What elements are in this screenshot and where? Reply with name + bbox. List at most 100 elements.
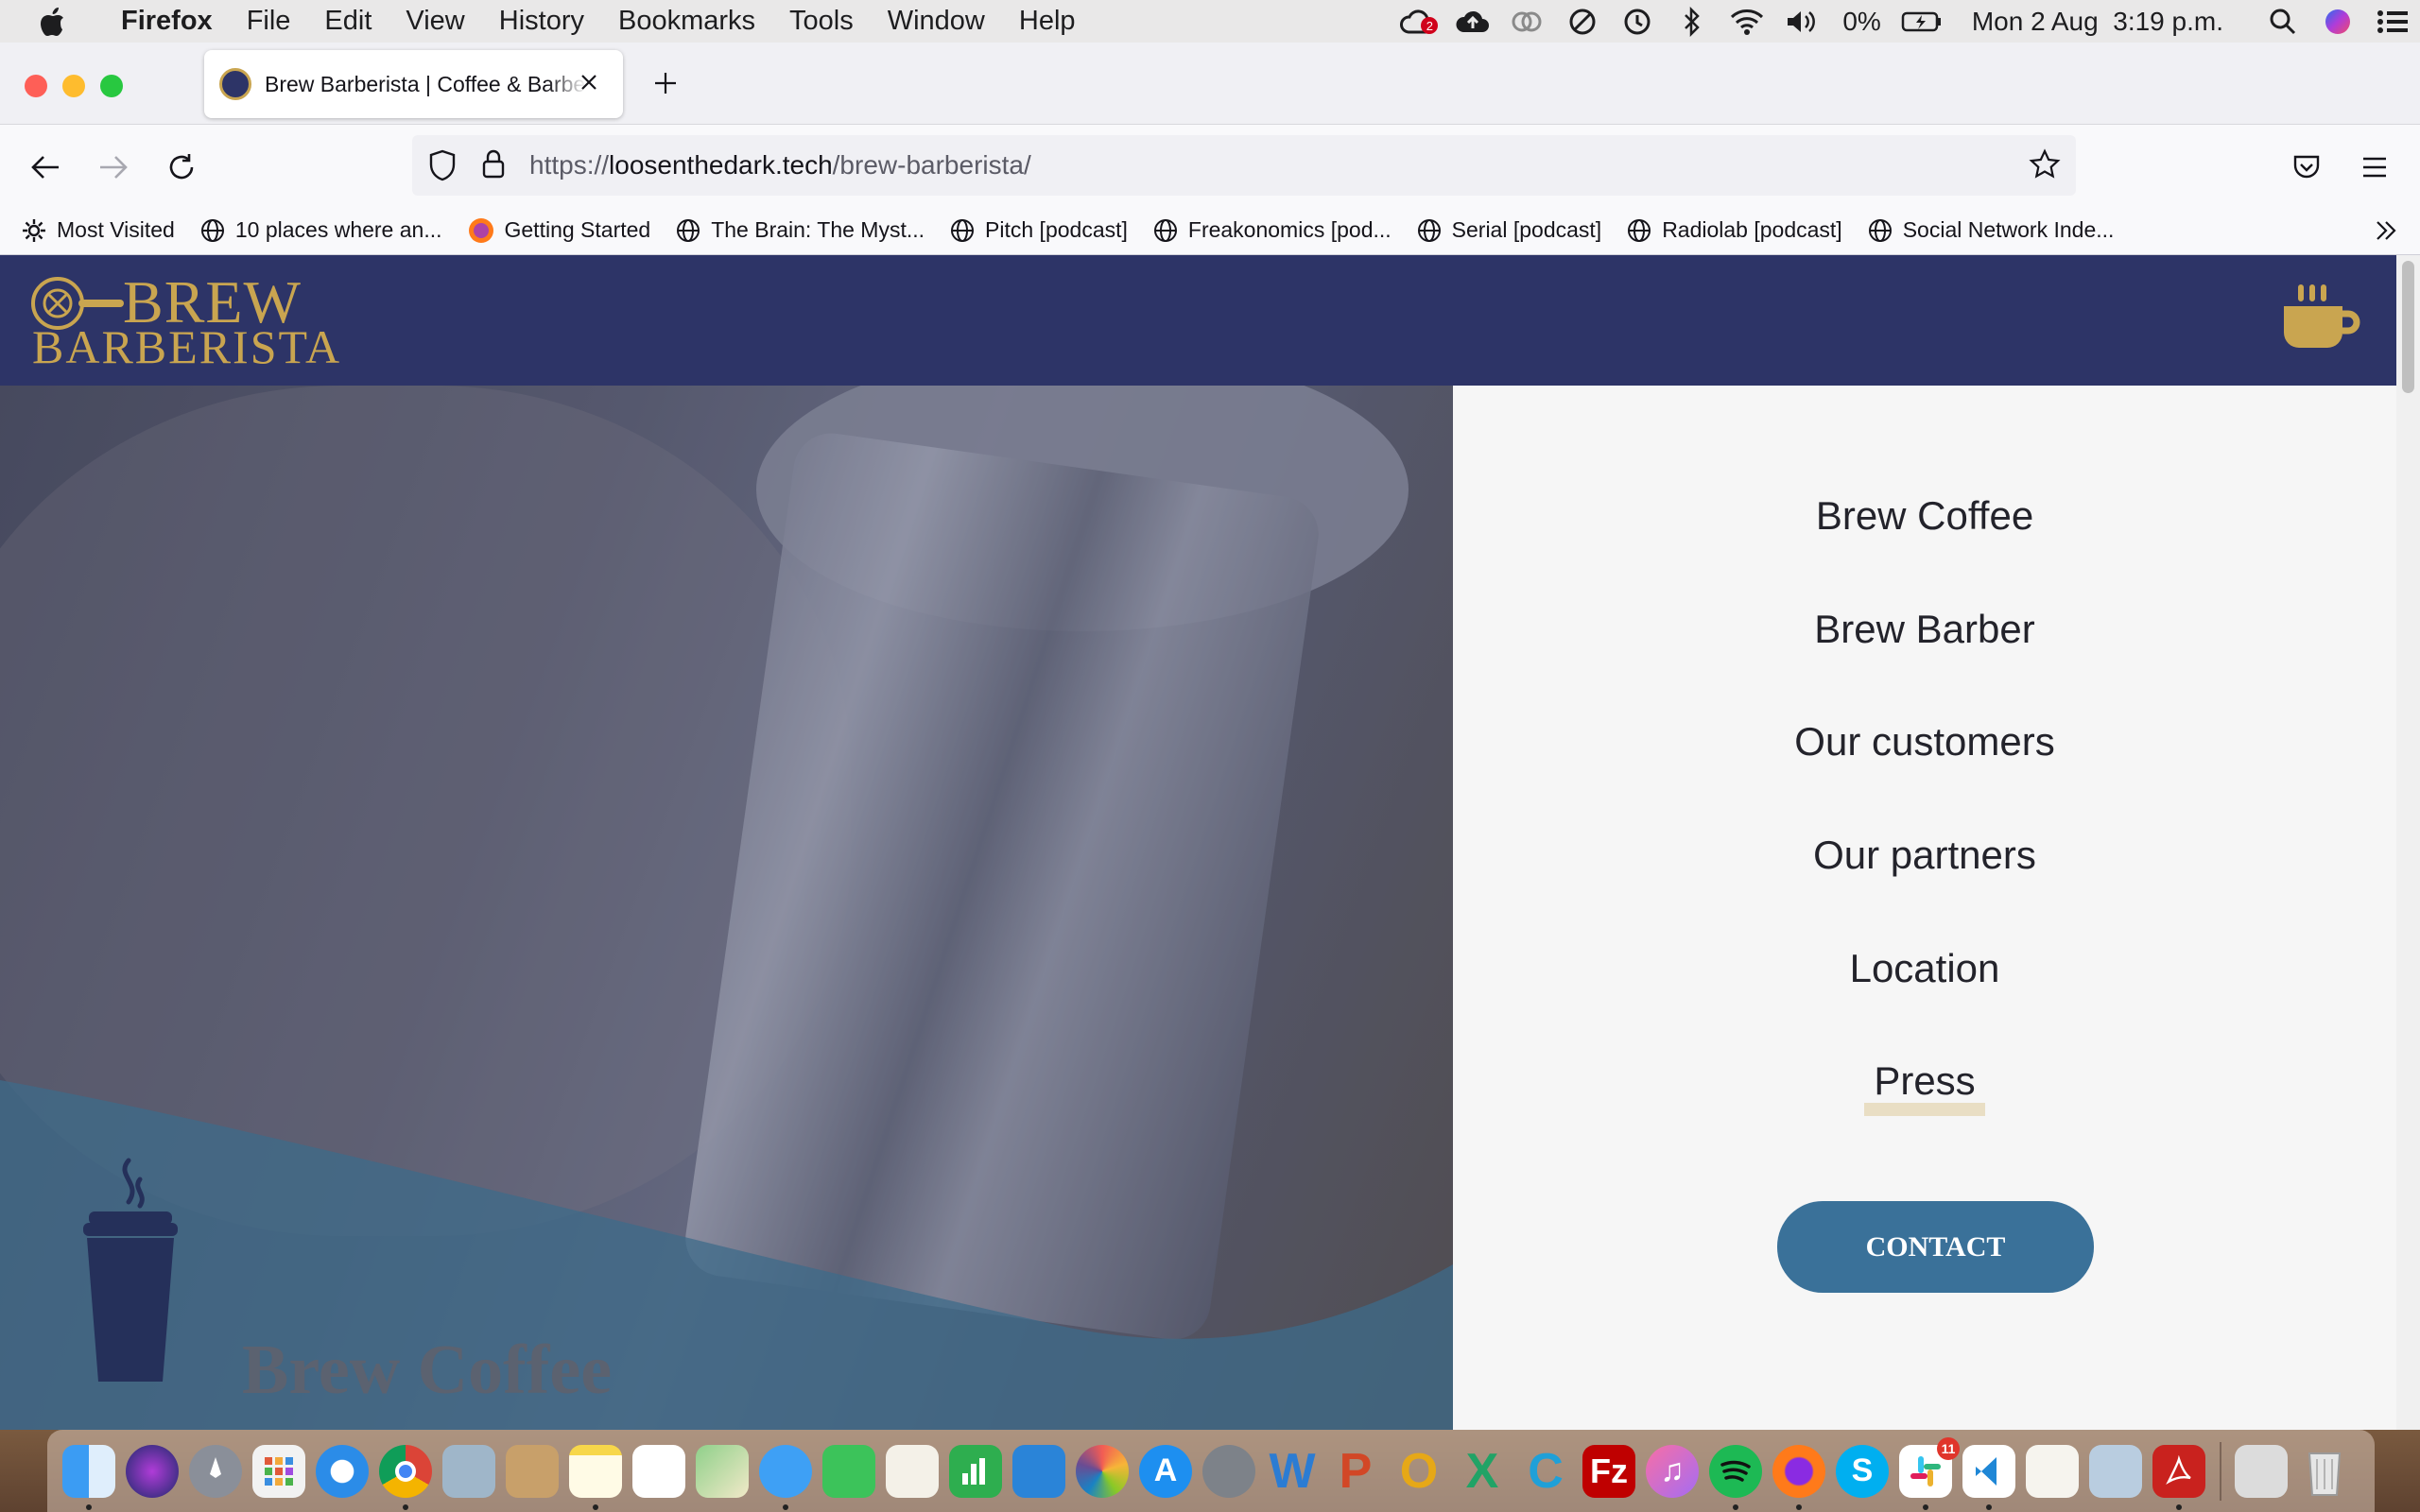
app-grid-icon[interactable] [252,1444,305,1498]
nav-link-brew-coffee[interactable]: Brew Coffee [1453,493,2396,539]
battery-icon[interactable] [1894,0,1949,43]
new-tab-button[interactable] [648,66,683,100]
vscode-icon[interactable] [1962,1444,2015,1510]
menu-tools[interactable]: Tools [772,6,871,37]
messages-icon[interactable] [759,1444,812,1510]
filezilla-icon[interactable]: Fz [1582,1444,1635,1498]
window-close-button[interactable] [25,75,47,97]
tracking-protection-shield-icon[interactable] [427,148,458,187]
clock[interactable]: Mon 2 Aug 3:19 p.m. [1949,7,2256,37]
forward-button[interactable] [95,148,132,186]
bookmark-item[interactable]: Freakonomics [pod... [1152,217,1392,244]
reload-button[interactable] [163,148,200,186]
slack-icon[interactable]: 11 [1899,1436,1960,1510]
bookmarks-overflow-chevron-icon[interactable] [2373,217,2399,249]
nav-link-location[interactable]: Location [1453,946,2396,991]
bookmark-item[interactable]: Radiolab [podcast] [1626,217,1842,244]
nav-link-press[interactable]: Press [1453,1058,2396,1116]
cloud-upload-icon[interactable] [1445,0,1500,43]
photos-icon[interactable] [1076,1444,1129,1498]
bookmark-most-visited[interactable]: Most Visited [21,217,175,244]
bookmark-item[interactable]: The Brain: The Myst... [675,217,925,244]
contacts-icon[interactable] [506,1444,559,1498]
acrobat-icon[interactable] [2152,1444,2205,1510]
facetime-icon[interactable] [822,1444,875,1498]
menu-bookmarks[interactable]: Bookmarks [601,6,772,37]
siri-icon[interactable] [2310,0,2365,43]
volume-icon[interactable] [1774,0,1829,43]
do-not-disturb-icon[interactable] [1555,0,1610,43]
bookmark-getting-started[interactable]: Getting Started [467,216,650,245]
apple-menu-icon[interactable] [0,7,104,37]
nav-link-brew-barber[interactable]: Brew Barber [1453,607,2396,652]
page-scrollbar[interactable] [2396,255,2420,1430]
notification-center-icon[interactable] [2365,0,2420,43]
back-button[interactable] [26,148,64,186]
notes-icon[interactable] [569,1444,622,1510]
finder-icon[interactable] [62,1444,115,1510]
pocket-icon[interactable] [2288,148,2325,186]
preview-photo-icon[interactable] [442,1444,495,1498]
reminders-icon[interactable] [632,1444,685,1498]
window-minimize-button[interactable] [62,75,85,97]
app-store-icon[interactable]: A [1139,1444,1192,1498]
wifi-icon[interactable] [1720,0,1774,43]
menu-app-name[interactable]: Firefox [104,6,230,37]
bookmark-star-icon[interactable] [2029,148,2061,185]
bluetooth-icon[interactable] [1665,0,1720,43]
creative-cloud-icon[interactable]: 2 [1391,0,1445,43]
bookmark-item[interactable]: Pitch [podcast] [949,217,1128,244]
site-logo[interactable]: BREW BARBERISTA [30,272,342,370]
coffee-cup-menu-toggle-icon[interactable] [2280,284,2361,359]
firefox-logo-icon [468,217,493,243]
menu-window[interactable]: Window [871,6,1002,37]
outline-o-icon[interactable]: O [1392,1444,1445,1499]
spotlight-search-icon[interactable] [2256,0,2310,43]
textedit-doc-icon[interactable] [2026,1444,2079,1498]
siri-dock-icon[interactable] [126,1444,179,1498]
textedit-icon[interactable] [886,1444,939,1498]
app-menu-hamburger-icon[interactable] [2356,148,2394,186]
chrome-icon[interactable] [379,1444,432,1510]
menu-view[interactable]: View [389,6,481,37]
time-machine-icon[interactable] [1610,0,1665,43]
c-app-icon[interactable]: C [1519,1444,1572,1499]
bookmark-item[interactable]: Serial [podcast] [1416,217,1601,244]
skype-icon[interactable]: S [1836,1444,1889,1498]
contact-button[interactable]: CONTACT [1777,1201,2094,1293]
nav-link-our-partners[interactable]: Our partners [1453,833,2396,878]
word-icon[interactable]: W [1266,1444,1319,1499]
spotify-icon[interactable] [1709,1444,1762,1510]
system-preferences-icon[interactable] [1202,1444,1255,1498]
itunes-icon[interactable]: ♫ [1646,1444,1699,1498]
nav-link-our-customers[interactable]: Our customers [1453,719,2396,765]
bookmark-item[interactable]: Social Network Inde... [1867,217,2114,244]
menu-history[interactable]: History [482,6,601,37]
creative-cloud-sync-icon[interactable] [1500,0,1555,43]
hero-section-label[interactable]: Brew Coffee [242,1331,612,1411]
downloads-stack-icon[interactable] [2235,1444,2288,1498]
excel-icon[interactable]: X [1456,1444,1509,1499]
numbers-icon[interactable] [949,1444,1002,1498]
powerpoint-icon[interactable]: P [1329,1444,1382,1499]
keynote-icon[interactable] [1012,1444,1065,1498]
bookmark-item[interactable]: 10 places where an... [199,217,442,244]
address-bar[interactable]: https://loosenthedark.tech/brew-barberis… [412,135,2076,196]
url-text[interactable]: https://loosenthedark.tech/brew-barberis… [529,150,1031,180]
site-favicon-icon [219,68,251,100]
menu-file[interactable]: File [230,6,308,37]
gear-icon [23,218,45,242]
secure-lock-icon[interactable] [480,148,507,185]
firefox-dock-icon[interactable] [1772,1444,1825,1510]
scrollbar-thumb[interactable] [2402,261,2414,393]
maps-icon[interactable] [696,1444,749,1498]
safari-icon[interactable] [316,1444,369,1498]
tab-close-icon[interactable] [572,65,606,99]
tab-brew-barberista[interactable]: Brew Barberista | Coffee & Barber [204,50,623,118]
preview-app-icon[interactable] [2089,1444,2142,1498]
trash-icon[interactable] [2298,1445,2351,1498]
menu-help[interactable]: Help [1002,6,1093,37]
menu-edit[interactable]: Edit [307,6,389,37]
window-zoom-button[interactable] [100,75,123,97]
launchpad-icon[interactable] [189,1444,242,1498]
